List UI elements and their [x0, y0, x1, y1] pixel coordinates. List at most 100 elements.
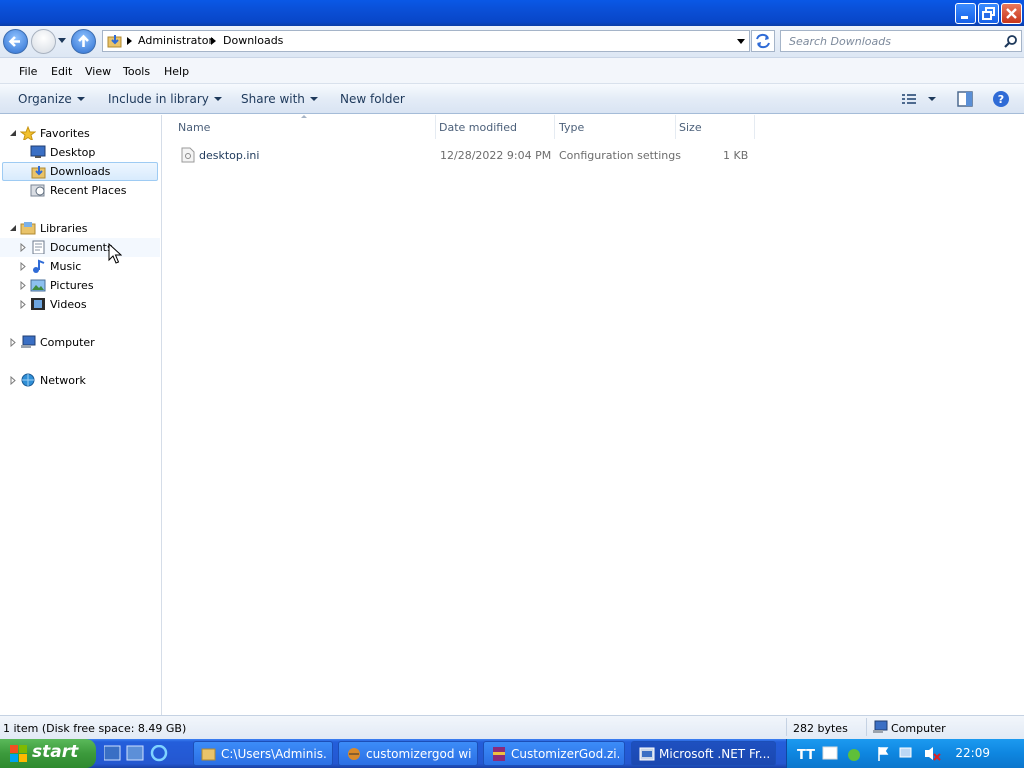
menu-edit[interactable]: Edit — [51, 65, 72, 78]
pictures-icon — [30, 279, 46, 292]
collapsed-arrow-icon[interactable] — [20, 281, 26, 290]
up-button[interactable] — [71, 29, 96, 54]
navigation-bar: Administrator Downloads Search Downloads — [0, 26, 1024, 58]
nav-recent-label: Recent Places — [50, 184, 127, 197]
network-icon — [21, 373, 35, 387]
search-placeholder[interactable]: Search Downloads — [789, 35, 891, 48]
new-folder-label: New folder — [340, 92, 405, 106]
nav-music-label: Music — [50, 260, 82, 273]
forward-button[interactable] — [31, 29, 56, 54]
breadcrumb-arrow-icon[interactable] — [127, 37, 132, 45]
change-view-button[interactable] — [902, 92, 940, 109]
column-divider[interactable] — [435, 115, 436, 139]
sort-arrow-icon — [301, 115, 307, 118]
taskbar-item-label: C:\Users\Adminis... — [221, 747, 327, 761]
clock[interactable]: 22:09 — [955, 746, 990, 760]
organize-button[interactable]: Organize — [18, 92, 85, 106]
share-with-button[interactable]: Share with — [241, 92, 318, 106]
expanded-arrow-icon[interactable] — [9, 129, 17, 137]
breadcrumb-downloads[interactable]: Downloads — [223, 34, 283, 47]
nav-favorites[interactable]: Favorites — [0, 124, 160, 143]
nav-desktop[interactable]: Desktop — [0, 143, 160, 162]
address-dropdown-icon[interactable] — [737, 39, 745, 44]
forward-arrow-icon — [32, 30, 55, 53]
browser-icon — [348, 748, 360, 760]
file-date: 12/28/2022 9:04 PM — [440, 149, 552, 162]
start-button[interactable]: start — [0, 739, 96, 768]
menu-file[interactable]: File — [19, 65, 37, 78]
file-list: Name Date modified Type Size desktop.ini… — [163, 115, 1024, 715]
taskbar: start C:\Users\Adminis... customizergod … — [0, 739, 1024, 768]
include-in-library-button[interactable]: Include in library — [108, 92, 222, 106]
column-divider[interactable] — [554, 115, 555, 139]
nav-network[interactable]: Network — [0, 371, 160, 390]
nav-music[interactable]: Music — [0, 257, 160, 276]
column-divider[interactable] — [754, 115, 755, 139]
address-bar[interactable]: Administrator Downloads — [102, 30, 750, 52]
quick-launch — [103, 744, 174, 766]
nav-recent-places[interactable]: Recent Places — [0, 181, 160, 200]
windows-logo-icon — [10, 745, 27, 762]
breadcrumb-arrow-icon[interactable] — [211, 37, 216, 45]
minimize-button[interactable] — [955, 3, 976, 24]
system-tray: TT 22:09 — [786, 739, 1024, 768]
preview-pane-button[interactable] — [957, 91, 973, 110]
search-icon[interactable] — [1003, 34, 1018, 49]
collapsed-arrow-icon[interactable] — [10, 338, 16, 347]
minimize-icon — [961, 16, 968, 19]
column-divider[interactable] — [675, 115, 676, 139]
chevron-down-icon — [213, 97, 222, 101]
refresh-button[interactable] — [751, 30, 775, 52]
taskbar-item-browser[interactable]: customizergod wi... — [338, 741, 478, 766]
column-header-date[interactable]: Date modified — [439, 121, 517, 134]
menu-bar: File Edit View Tools Help — [0, 58, 1024, 84]
status-size: 282 bytes — [793, 722, 848, 735]
taskbar-item-label: Microsoft .NET Fr... — [659, 747, 770, 761]
organize-label: Organize — [18, 92, 72, 106]
file-name[interactable]: desktop.ini — [199, 149, 259, 162]
breadcrumb-administrator[interactable]: Administrator — [138, 34, 213, 47]
nav-downloads[interactable]: Downloads — [2, 162, 158, 181]
new-folder-button[interactable]: New folder — [340, 92, 405, 106]
collapsed-arrow-icon[interactable] — [20, 262, 26, 271]
nav-computer[interactable]: Computer — [0, 333, 160, 352]
taskbar-item-explorer[interactable]: C:\Users\Adminis... — [193, 741, 333, 766]
search-box[interactable]: Search Downloads — [780, 30, 1022, 52]
nav-libraries[interactable]: Libraries — [0, 219, 160, 238]
column-header-name[interactable]: Name — [178, 121, 210, 134]
taskbar-item-archive[interactable]: CustomizerGod.zi... — [483, 741, 625, 766]
nav-pictures-label: Pictures — [50, 279, 94, 292]
nav-documents[interactable]: Documents — [0, 238, 160, 257]
collapsed-arrow-icon[interactable] — [10, 376, 16, 385]
menu-view[interactable]: View — [85, 65, 111, 78]
taskbar-item-dotnet[interactable]: Microsoft .NET Fr... — [631, 741, 776, 766]
status-zone: Computer — [891, 722, 946, 735]
expanded-arrow-icon[interactable] — [9, 224, 17, 232]
collapsed-arrow-icon[interactable] — [20, 300, 26, 309]
file-type: Configuration settings — [559, 149, 681, 162]
nav-pictures[interactable]: Pictures — [0, 276, 160, 295]
status-bar: 1 item (Disk free space: 8.49 GB) 282 by… — [0, 715, 1024, 739]
status-item-count: 1 item (Disk free space: 8.49 GB) — [3, 722, 187, 735]
help-icon: ? — [993, 91, 1009, 107]
videos-icon — [31, 298, 45, 310]
column-header-type[interactable]: Type — [559, 121, 584, 134]
include-label: Include in library — [108, 92, 209, 106]
archive-icon — [493, 747, 505, 761]
nav-videos-label: Videos — [50, 298, 87, 311]
help-button[interactable]: ? — [992, 90, 1010, 111]
nav-videos[interactable]: Videos — [0, 295, 160, 314]
folder-icon — [201, 748, 216, 761]
restore-button[interactable] — [978, 3, 999, 24]
back-button[interactable] — [3, 29, 28, 54]
recent-pages-dropdown[interactable] — [58, 38, 66, 43]
column-header-size[interactable]: Size — [679, 121, 702, 134]
start-label: start — [32, 742, 79, 762]
up-arrow-icon — [78, 34, 89, 47]
nav-network-label: Network — [40, 374, 86, 387]
close-button[interactable] — [1001, 3, 1022, 24]
collapsed-arrow-icon[interactable] — [20, 243, 26, 252]
menu-help[interactable]: Help — [164, 65, 189, 78]
nav-documents-label: Documents — [50, 241, 113, 254]
menu-tools[interactable]: Tools — [123, 65, 150, 78]
